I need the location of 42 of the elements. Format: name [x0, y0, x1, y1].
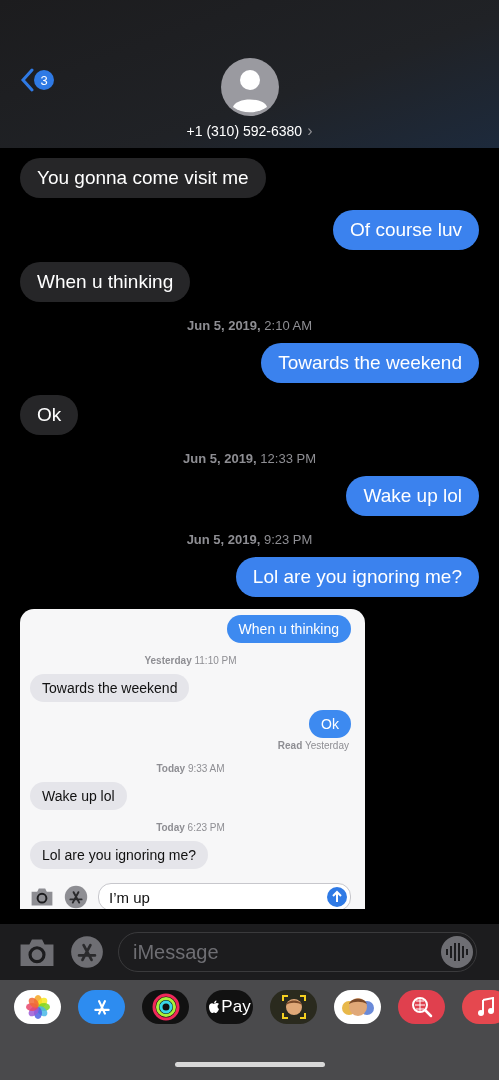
- message-bubble: Ok: [309, 710, 351, 738]
- flower-icon: [24, 994, 51, 1020]
- message-bubble: Towards the weekend: [261, 343, 479, 383]
- avatar-icon[interactable]: [220, 58, 279, 116]
- camera-icon[interactable]: [30, 887, 54, 907]
- globe-search-icon: [410, 996, 433, 1018]
- message-bubble: Ok: [20, 395, 79, 435]
- rings-icon: [151, 993, 180, 1021]
- timestamp: Jun 5, 2019, 9:23 PM: [186, 532, 313, 547]
- memoji-button[interactable]: [270, 990, 317, 1024]
- back-button[interactable]: 3: [0, 58, 90, 92]
- back-icon: [20, 68, 34, 92]
- timestamp: Today 6:23 PM: [156, 822, 225, 833]
- message-bubble: When u thinking: [226, 615, 351, 643]
- activity-app-button[interactable]: [142, 990, 189, 1024]
- message-field: I’m up: [98, 883, 351, 909]
- apple-pay-button[interactable]: Pay: [206, 990, 253, 1024]
- app-store-icon[interactable]: [64, 885, 88, 909]
- message-bubble: Wake up lol: [346, 476, 479, 516]
- message-bubble: Lol are you ignoring me?: [30, 841, 209, 869]
- image-search-button[interactable]: [398, 990, 445, 1024]
- music-note-icon: [476, 997, 495, 1017]
- apple-icon: [208, 1000, 221, 1014]
- message-bubble: Lol are you ignoring me?: [235, 557, 479, 597]
- unread-count-badge: 3: [34, 70, 54, 90]
- message-bubble: You gonna come visit me: [20, 158, 266, 198]
- timestamp: Jun 5, 2019, 12:33 PM: [183, 451, 316, 466]
- message-bubble: Towards the weekend: [30, 674, 190, 702]
- app-store-button[interactable]: [78, 990, 125, 1024]
- timestamp: Today 9:33 AM: [156, 763, 225, 774]
- read-receipt: Read Yesterday: [277, 740, 349, 751]
- timestamp: Yesterday 11:10 PM: [144, 655, 237, 666]
- music-app-button[interactable]: [462, 990, 499, 1024]
- sticker-button[interactable]: [334, 990, 381, 1024]
- send-icon: [327, 887, 347, 907]
- contact-name[interactable]: +1 (310) 592-6380 ›: [186, 122, 313, 140]
- message-bubble: When u thinking: [20, 262, 191, 302]
- timestamp: Jun 5, 2019, 2:10 AM: [187, 318, 312, 333]
- message-bubble: Of course luv: [333, 210, 479, 250]
- photos-app-button[interactable]: [14, 990, 61, 1024]
- audio-icon[interactable]: [441, 936, 473, 968]
- message-bubble: Wake up lol: [30, 782, 127, 810]
